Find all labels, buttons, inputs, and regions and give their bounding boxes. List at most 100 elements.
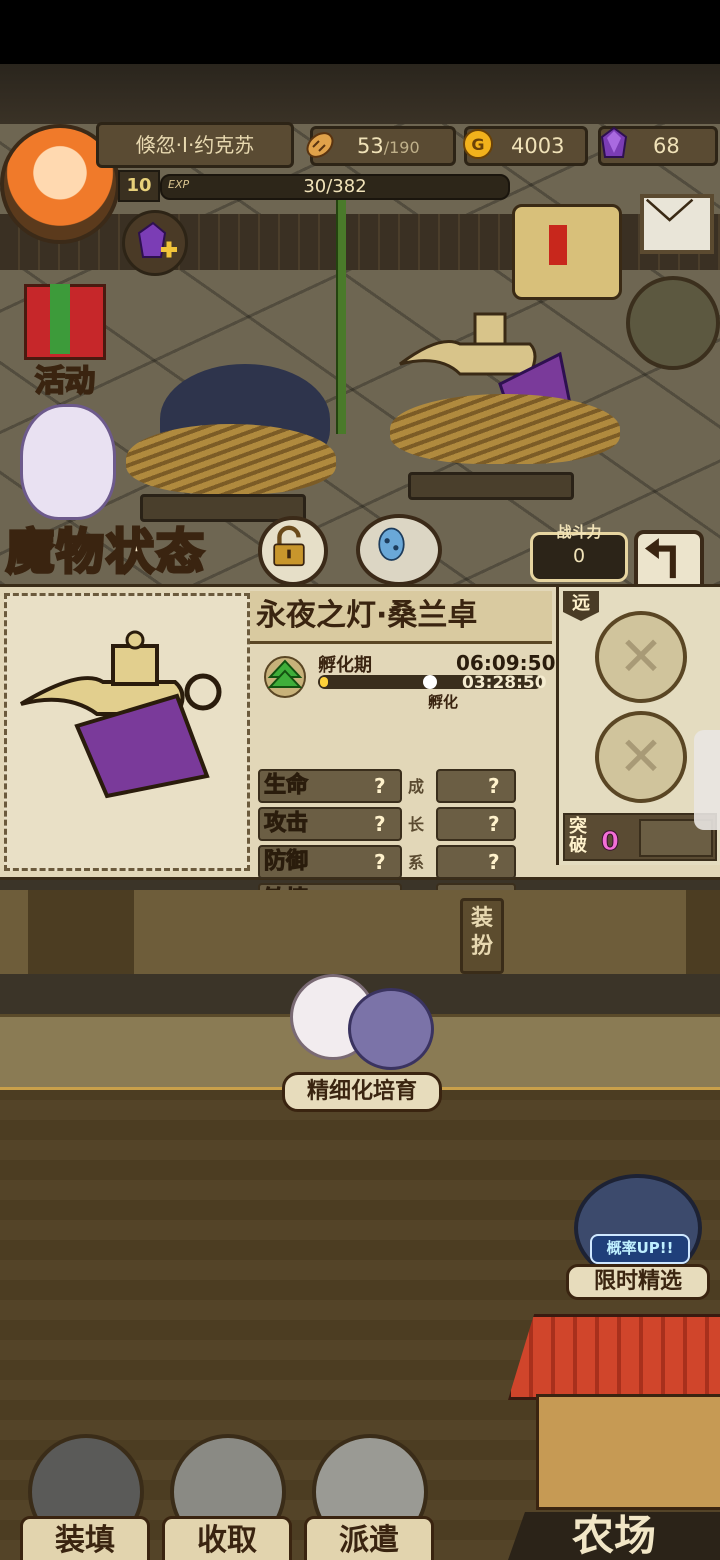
stamina-max: /190 <box>383 138 420 157</box>
stamina-counter[interactable]: 53/190 <box>306 126 456 166</box>
hatch-progress-thumb <box>423 675 437 689</box>
stat-value: ? <box>374 812 386 836</box>
gem-counter[interactable]: 68 <box>598 126 718 166</box>
shelf-post <box>28 890 134 974</box>
farm-button[interactable]: 农场 <box>508 1314 720 1560</box>
hatch-remaining-time: 03:28:50 <box>462 673 547 693</box>
bread-icon <box>306 132 334 158</box>
stat-value: ? <box>374 850 386 874</box>
growth-char: 成 <box>408 777 425 796</box>
lock-icon <box>273 525 305 567</box>
player-name: 倏忽·I·约克苏 <box>135 133 255 157</box>
stat-hp: 生命 ? <box>258 769 402 803</box>
combat-power-label: 战斗力 <box>556 523 602 541</box>
activity-label: 活动 <box>34 363 96 400</box>
hatch-stage-label: 孵化期 <box>318 655 372 676</box>
monster-name-bar: 永夜之灯·桑兰卓 <box>250 591 552 644</box>
stat-name: 攻击 <box>263 811 309 837</box>
egg-info-button[interactable] <box>356 514 442 586</box>
mail-button[interactable] <box>640 194 714 254</box>
breakthrough-label: 突破 <box>569 816 587 856</box>
growth-arrow-icon <box>264 656 306 698</box>
growth-char: 系 <box>408 853 425 872</box>
growth-value: ? <box>488 774 500 798</box>
growth-char: 长 <box>408 815 425 834</box>
collect-label: 收取 <box>162 1516 292 1560</box>
egg-icon <box>378 527 405 561</box>
skill-slot-1[interactable]: ✕ <box>595 611 687 703</box>
hatch-total-time: 06:09:50 <box>456 651 556 675</box>
breakthrough-value: 0 <box>600 827 620 858</box>
monster-status-panel: 永夜之灯·桑兰卓 孵化期 06:09:50 03:28:50 孵化 生命 ? 攻… <box>0 584 720 917</box>
stamina-value: 53/190 <box>357 129 420 163</box>
growth-attack: ? <box>436 807 516 841</box>
side-pull-handle[interactable] <box>694 730 720 830</box>
monster-status-title: 魔物状态 <box>4 523 207 582</box>
gold-counter[interactable]: G 4003 <box>463 126 588 166</box>
gem-icon <box>600 126 628 158</box>
stat-attack: 攻击 ? <box>258 807 402 841</box>
growth-hp: ? <box>436 769 516 803</box>
magic-lamp-icon <box>19 630 222 799</box>
svg-text:G: G <box>471 135 484 154</box>
hatch-label: 孵化 <box>428 693 459 711</box>
empty-slot-icon: ✕ <box>618 725 664 788</box>
combat-power-value: 0 <box>572 545 586 567</box>
nest-right-bar <box>408 472 574 500</box>
nest-left[interactable] <box>126 424 336 494</box>
scroll-mark-icon <box>549 225 567 265</box>
stat-name: 生命 <box>263 773 309 799</box>
growth-defense: ? <box>436 845 516 879</box>
lock-button[interactable] <box>258 516 328 586</box>
activity-button[interactable]: 活动 <box>10 274 120 400</box>
empty-slot-icon: ✕ <box>618 625 664 688</box>
farm-building <box>536 1394 720 1510</box>
hatch-progress-fill <box>320 677 328 687</box>
stat-name: 防御 <box>263 849 309 875</box>
mail-icon <box>645 198 694 222</box>
monster-name: 永夜之灯·桑兰卓 <box>256 598 478 633</box>
limited-selection-label: 限时精选 <box>566 1264 710 1300</box>
quest-scroll-button[interactable] <box>512 204 622 300</box>
combat-power-box: 战斗力 0 <box>530 523 628 582</box>
dress-up-label: 装扮 <box>470 906 493 959</box>
nest-right[interactable] <box>390 394 620 464</box>
load-button[interactable]: 装填 <box>20 1434 150 1560</box>
gold-coin-icon: G <box>463 129 493 159</box>
exp-value: 30/382 <box>303 176 367 197</box>
player-name-box: 倏忽·I·约克苏 <box>96 122 294 168</box>
load-label: 装填 <box>20 1516 150 1560</box>
farm-roof <box>508 1314 720 1400</box>
farm-label: 农场 <box>508 1512 720 1560</box>
limited-selection-button[interactable]: 概率UP!! 限时精选 <box>560 1154 710 1300</box>
gold-value: 4003 <box>511 134 565 158</box>
stat-value: ? <box>374 774 386 798</box>
monster-portrait <box>4 593 250 871</box>
nursery-pets[interactable] <box>280 964 450 1074</box>
growth-value: ? <box>488 850 500 874</box>
stamina-current: 53 <box>357 134 384 158</box>
gift-ribbon <box>50 284 70 354</box>
dress-up-button[interactable]: 装扮 <box>460 898 504 974</box>
back-arrow-icon <box>644 538 676 579</box>
growth-value: ? <box>488 812 500 836</box>
gem-plus-icon <box>137 221 177 258</box>
bunny-egg-button[interactable] <box>20 404 116 520</box>
exp-bar: EXP 30/382 <box>160 174 510 200</box>
player-level: 10 <box>118 170 160 202</box>
hanging-rope <box>336 174 346 434</box>
top-wall <box>0 64 720 124</box>
collect-button[interactable]: 收取 <box>162 1434 292 1560</box>
gem-value: 68 <box>653 134 680 158</box>
fine-training-button[interactable]: 精细化培育 <box>282 1072 442 1112</box>
demon-pet <box>348 988 434 1070</box>
rate-up-badge: 概率UP!! <box>590 1234 690 1264</box>
shelf-post <box>686 890 720 974</box>
add-gem-button[interactable] <box>122 210 188 276</box>
skill-slot-2[interactable]: ✕ <box>595 711 687 803</box>
game-scene: 倏忽·I·约克苏 10 EXP 30/382 53/190 G 4003 68 <box>0 64 720 1560</box>
range-tag: 远 <box>563 591 599 621</box>
backpack-button[interactable] <box>626 276 720 370</box>
dispatch-button[interactable]: 派遣 <box>304 1434 434 1560</box>
stat-defense: 防御 ? <box>258 845 402 879</box>
